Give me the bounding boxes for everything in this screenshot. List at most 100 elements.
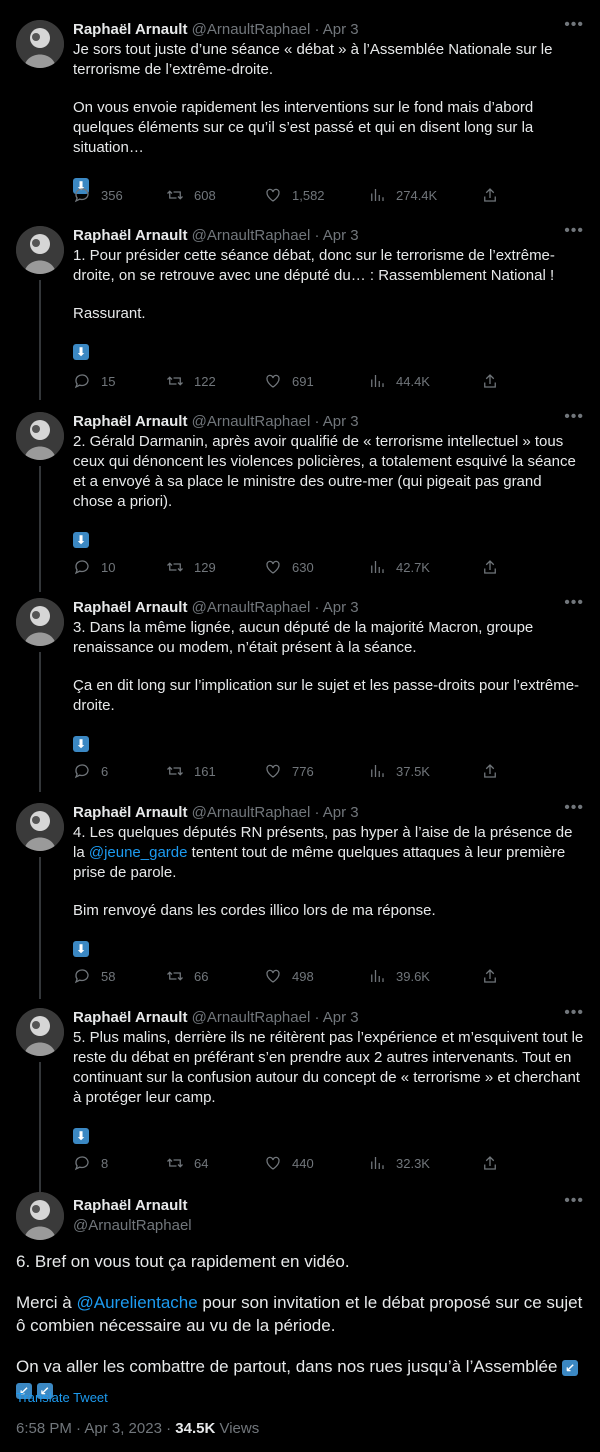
retweet-button[interactable]: 129: [166, 558, 216, 576]
author-handle[interactable]: @ArnaultRaphael: [192, 804, 311, 821]
like-button[interactable]: 498: [264, 967, 314, 985]
author-name[interactable]: Raphaël Arnault: [73, 1009, 187, 1026]
retweet-icon: [167, 190, 183, 200]
share-button[interactable]: [481, 186, 499, 204]
author-name[interactable]: Raphaël Arnault: [73, 227, 187, 244]
share-button[interactable]: [481, 1154, 499, 1172]
views-button[interactable]: 39.6K: [368, 967, 430, 985]
views-count: 34.5K: [175, 1420, 216, 1437]
reply-icon: [74, 1156, 89, 1171]
author-handle[interactable]: @ArnaultRaphael: [192, 599, 311, 616]
more-options-icon[interactable]: •••: [564, 1004, 584, 1022]
avatar[interactable]: [16, 1008, 64, 1056]
thread-line: [39, 857, 41, 999]
retweet-button[interactable]: 64: [166, 1154, 208, 1172]
more-options-icon[interactable]: •••: [564, 222, 584, 240]
retweet-button[interactable]: 608: [166, 186, 216, 204]
down-arrow-emoji: ⬇: [73, 736, 89, 753]
author-name[interactable]: Raphaël Arnault: [73, 21, 187, 38]
author-name[interactable]: Raphaël Arnault: [73, 1196, 192, 1216]
like-button[interactable]: 630: [264, 558, 314, 576]
avatar[interactable]: [16, 20, 64, 68]
views-chart-icon: [371, 970, 384, 982]
reply-button[interactable]: 6: [73, 762, 108, 780]
tweet-date[interactable]: Apr 3: [323, 227, 359, 244]
tweet-date[interactable]: Apr 3: [323, 1009, 359, 1026]
author-handle[interactable]: @ArnaultRaphael: [192, 21, 311, 38]
reply-button[interactable]: 10: [73, 558, 115, 576]
more-options-icon[interactable]: •••: [564, 16, 584, 34]
reply-button[interactable]: 15: [73, 372, 115, 390]
avatar[interactable]: [16, 598, 64, 646]
reply-button[interactable]: 8: [73, 1154, 108, 1172]
share-button[interactable]: [481, 558, 499, 576]
translate-tweet-link[interactable]: Translate Tweet: [16, 1390, 108, 1405]
retweet-icon: [167, 971, 183, 981]
thread-line: [39, 280, 41, 400]
retweet-button[interactable]: 122: [166, 372, 216, 390]
heart-icon: [266, 969, 280, 983]
like-button[interactable]: 440: [264, 1154, 314, 1172]
reply-button[interactable]: 356: [73, 186, 123, 204]
author-handle[interactable]: @ArnaultRaphael: [192, 227, 311, 244]
more-options-icon[interactable]: •••: [564, 408, 584, 426]
tweet-actions: 10 129 630 42.7K: [73, 558, 584, 578]
share-icon: [484, 764, 496, 778]
down-arrow-emoji: ⬇: [73, 941, 89, 958]
like-button[interactable]: 691: [264, 372, 314, 390]
tweet-actions: 356 608 1,582 274.4K: [73, 186, 584, 206]
mention-link[interactable]: @jeune_garde: [89, 844, 188, 861]
heart-icon: [266, 188, 280, 202]
retweet-button[interactable]: 66: [166, 967, 208, 985]
tweet-date[interactable]: Apr 3: [323, 413, 359, 430]
author-name[interactable]: Raphaël Arnault: [73, 599, 187, 616]
more-options-icon[interactable]: •••: [564, 594, 584, 612]
like-button[interactable]: 1,582: [264, 186, 325, 204]
retweet-button[interactable]: 161: [166, 762, 216, 780]
tweet-date[interactable]: Apr 3: [323, 804, 359, 821]
retweet-icon: [167, 1158, 183, 1168]
retweet-icon: [167, 376, 183, 386]
main-tweet-text: 6. Bref on vous tout ça rapidement en vi…: [16, 1252, 583, 1399]
thread-line: [39, 466, 41, 592]
tweet-actions: 6 161 776 37.5K: [73, 762, 584, 782]
views-button[interactable]: 37.5K: [368, 762, 430, 780]
share-button[interactable]: [481, 372, 499, 390]
views-button[interactable]: 32.3K: [368, 1154, 430, 1172]
retweet-icon: [167, 766, 183, 776]
share-icon: [484, 188, 496, 202]
avatar[interactable]: [16, 226, 64, 274]
share-icon: [484, 969, 496, 983]
views-button[interactable]: 274.4K: [368, 186, 437, 204]
share-icon: [484, 1156, 496, 1170]
heart-icon: [266, 1156, 280, 1170]
author-handle[interactable]: @ArnaultRaphael: [192, 413, 311, 430]
views-chart-icon: [371, 765, 384, 777]
views-chart-icon: [371, 561, 384, 573]
author-name[interactable]: Raphaël Arnault: [73, 804, 187, 821]
down-arrow-emoji: ⬇: [73, 532, 89, 549]
avatar[interactable]: [16, 803, 64, 851]
views-chart-icon: [371, 189, 384, 201]
reply-button[interactable]: 58: [73, 967, 115, 985]
more-options-icon[interactable]: •••: [564, 799, 584, 817]
share-button[interactable]: [481, 762, 499, 780]
mention-link[interactable]: @Aurelientache: [76, 1293, 197, 1312]
share-button[interactable]: [481, 967, 499, 985]
reply-icon: [74, 969, 89, 984]
tweet-date[interactable]: Apr 3: [323, 21, 359, 38]
tweet-date[interactable]: Apr 3: [323, 599, 359, 616]
avatar[interactable]: [16, 412, 64, 460]
like-button[interactable]: 776: [264, 762, 314, 780]
tweet-actions: 8 64 440 32.3K: [73, 1154, 584, 1174]
author-handle[interactable]: @ArnaultRaphael: [192, 1009, 311, 1026]
views-button[interactable]: 44.4K: [368, 372, 430, 390]
heart-icon: [266, 560, 280, 574]
avatar[interactable]: [16, 1192, 64, 1240]
views-button[interactable]: 42.7K: [368, 558, 430, 576]
author-handle[interactable]: @ArnaultRaphael: [73, 1216, 192, 1236]
heart-icon: [266, 764, 280, 778]
thread-line: [39, 1062, 41, 1200]
author-name[interactable]: Raphaël Arnault: [73, 413, 187, 430]
more-options-icon[interactable]: •••: [564, 1192, 584, 1210]
